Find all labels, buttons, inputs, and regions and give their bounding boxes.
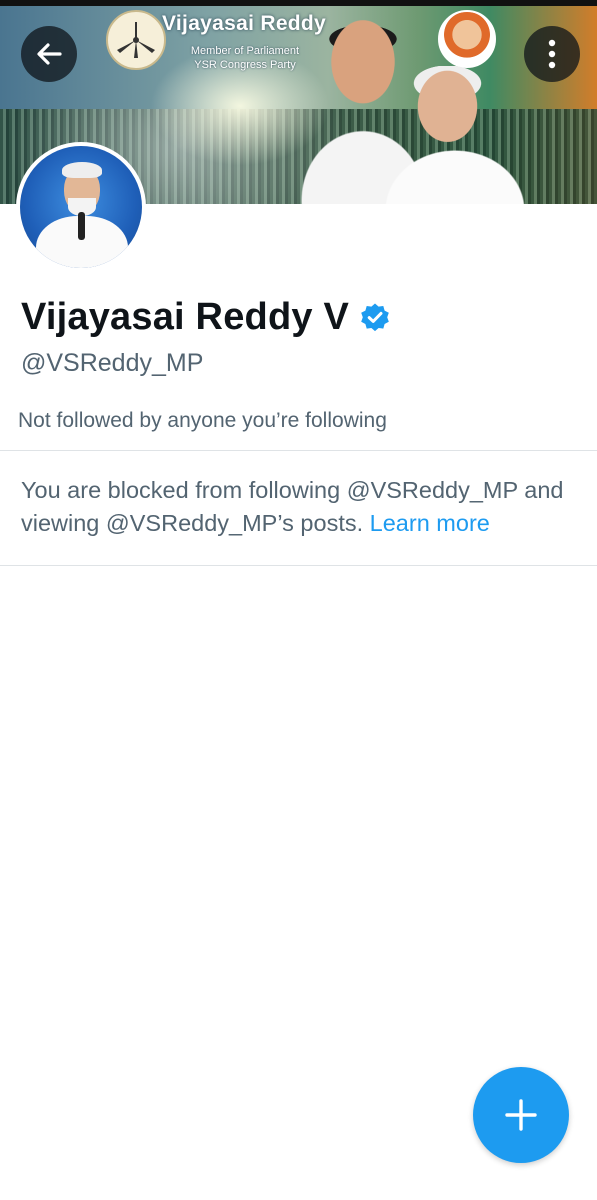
avatar-image [20, 146, 142, 268]
plus-icon [505, 1099, 537, 1131]
banner-person-right [380, 66, 530, 204]
divider [0, 450, 597, 451]
back-button[interactable] [21, 26, 77, 82]
followed-by-note: Not followed by anyone you’re following [18, 409, 387, 432]
blocked-notice: You are blocked from following @VSReddy_… [21, 474, 581, 540]
more-vertical-icon [548, 39, 556, 69]
arrow-left-icon [37, 43, 62, 65]
party-symbol-fan-icon [106, 10, 166, 70]
compose-post-button[interactable] [473, 1067, 569, 1163]
banner-small-portrait [438, 10, 496, 68]
divider [0, 565, 597, 566]
more-options-button[interactable] [524, 26, 580, 82]
learn-more-link[interactable]: Learn more [370, 510, 490, 536]
display-name: Vijayasai Reddy V [21, 296, 349, 338]
profile-avatar[interactable] [16, 142, 146, 272]
profile-handle: @VSReddy_MP [21, 349, 204, 377]
name-row: Vijayasai Reddy V [21, 296, 391, 339]
verified-badge-icon [361, 303, 389, 331]
